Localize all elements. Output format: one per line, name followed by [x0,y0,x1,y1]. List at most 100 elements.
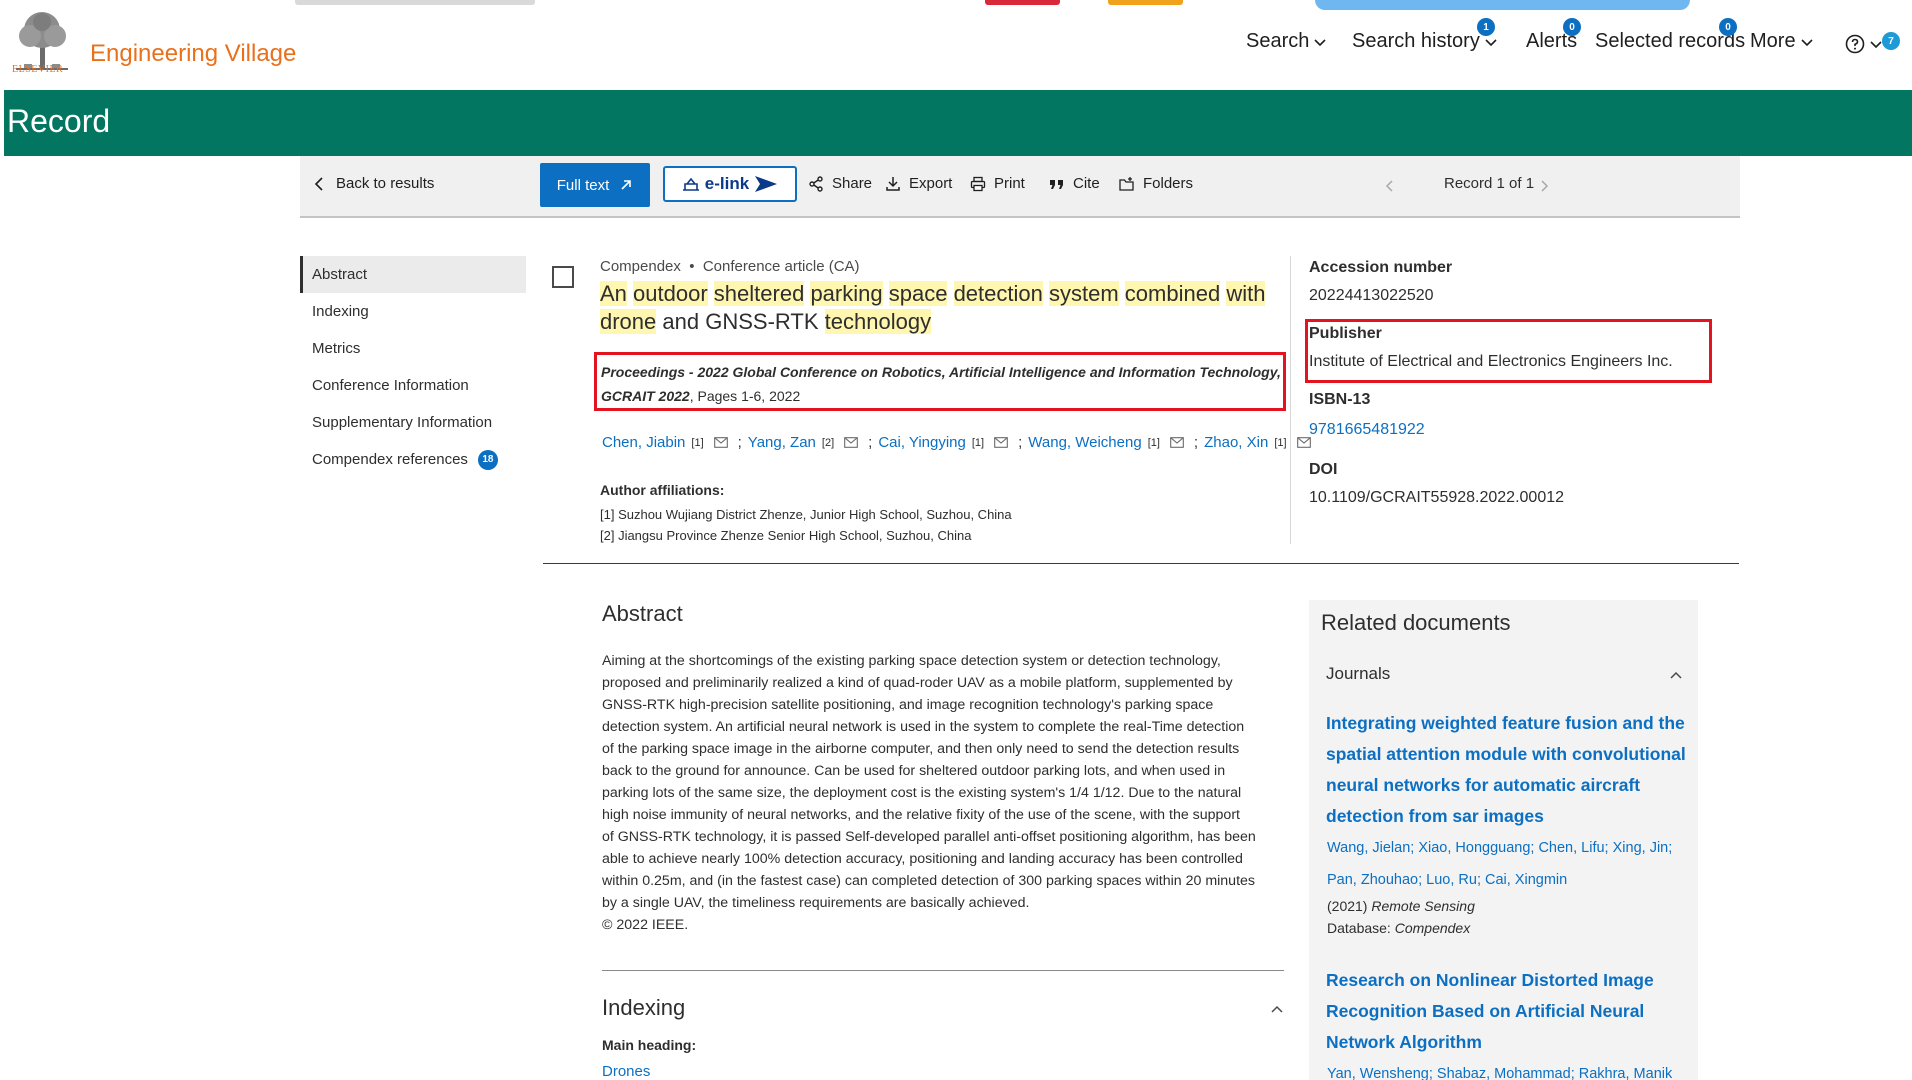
related-doc-authors[interactable]: Yan, Wensheng; Shabaz, Mohammad; Rakhra,… [1327,1058,1687,1080]
nav-metrics[interactable]: Metrics [300,330,526,367]
title-word: with [1226,281,1266,306]
email-icon[interactable] [844,437,858,448]
related-doc-title-line: detection from sar images [1326,806,1544,826]
record-meta-line: Compendex • Conference article (CA) [600,258,860,275]
isbn-link[interactable]: 9781665481922 [1309,421,1425,439]
cite-label: Cite [1073,175,1100,192]
quote-icon [1050,179,1063,189]
abstract-line: high noise immunity of neural networks, … [602,807,1240,823]
related-documents-panel: Related documents Journals Integrating w… [1309,600,1698,1080]
indexing-heading: Indexing [602,995,686,1020]
top-strip [1108,0,1183,5]
brand-name[interactable]: Engineering Village [90,40,296,68]
next-record-icon[interactable] [1537,179,1551,193]
nav-abstract-label: Abstract [312,266,368,283]
nav-search-history[interactable]: Search history [1352,30,1498,53]
print-label: Print [994,175,1025,192]
accession-number-label: Accession number [1309,259,1453,276]
related-doc-title-link[interactable]: Research on Nonlinear Distorted Image Re… [1326,965,1686,1058]
email-icon[interactable] [994,437,1008,448]
related-doc-author-line: Pan, Zhouhao; Luo, Ru; Cai, Xingmin [1327,872,1568,888]
title-word: parking [810,281,883,306]
source-publication: Proceedings - 2022 Global Conference on … [601,360,1281,408]
back-to-results-link[interactable]: Back to results [312,175,434,192]
nav-conference-information-label: Conference Information [312,377,469,394]
related-doc-authors[interactable]: Wang, Jielan; Xiao, Hongguang; Chen, Lif… [1327,832,1687,896]
chevron-down-icon [1485,38,1497,46]
related-doc-database-value: Compendex [1394,920,1471,936]
related-doc-title-line: Network Algorithm [1326,1032,1482,1052]
nav-abstract[interactable]: Abstract [300,256,526,293]
nav-more[interactable]: More [1750,30,1814,53]
previous-record-icon[interactable] [1383,179,1397,193]
page-title: Record [7,103,111,139]
title-word: technology [824,309,932,334]
copyright-line: © 2022 IEEE. [602,917,689,933]
email-icon[interactable] [713,437,728,448]
cite-button[interactable]: Cite [1049,175,1100,192]
vertical-divider [1290,256,1291,544]
author-link[interactable]: Cai, Yingying [878,434,966,451]
help-menu[interactable] [1845,34,1883,54]
related-doc-title-line: Recognition Based on Artificial Neural [1326,1001,1645,1021]
abstract-heading: Abstract [602,601,683,626]
share-icon [809,175,823,192]
nav-compendex-references[interactable]: Compendex references 18 [300,441,526,478]
nav-indexing[interactable]: Indexing [300,293,526,330]
export-button[interactable]: Export [885,175,952,192]
nav-supplementary-information-label: Supplementary Information [312,414,493,431]
select-record-checkbox[interactable] [552,266,574,288]
abstract-line: of GNSS-RTK technology, it is passed Sel… [602,829,1256,845]
accession-number-value: 20224413022520 [1309,287,1434,304]
record-position-label: Record 1 of 1 [1444,175,1535,192]
author-link[interactable]: Wang, Weicheng [1028,434,1141,451]
author-link[interactable]: Zhao, Xin [1204,434,1268,451]
nav-conference-information[interactable]: Conference Information [300,367,526,404]
record-position: Record 1 of 1 [1444,175,1534,192]
chevron-left-icon [314,176,323,191]
main-heading-label: Main heading: [602,1037,697,1053]
nav-more-label: More [1750,30,1796,52]
author-separator: ; [1193,434,1199,451]
nav-search[interactable]: Search [1246,30,1327,53]
search-history-count-badge: 1 [1477,18,1495,36]
related-doc-database-label: Database: [1327,920,1391,936]
chevron-up-icon[interactable] [1669,668,1683,682]
nav-supplementary-information[interactable]: Supplementary Information [300,404,526,441]
title-word: drone [600,309,657,334]
email-icon[interactable] [1170,437,1184,448]
abstract-line: detection system. An artificial neural n… [602,719,1245,735]
header-divider [543,563,1739,564]
abstract-line: proposed and preliminarily realized a ki… [602,675,1233,691]
record-section-nav: Abstract Indexing Metrics Conference Inf… [300,256,526,478]
chevron-up-icon[interactable] [1270,1002,1284,1016]
folders-button[interactable]: Folders [1119,175,1193,192]
printer-icon [970,176,986,191]
abstract-line: of the parking space image in the airbor… [602,741,1240,757]
elink-button[interactable]: e-link [663,166,797,202]
nav-indexing-label: Indexing [312,303,369,320]
author-affiliation-ref: [2] [821,436,835,449]
top-strip [1315,0,1690,10]
document-title: An outdoor sheltered parking space detec… [600,280,1280,336]
nav-compendex-references-label: Compendex references [312,451,468,468]
references-count-badge: 18 [477,449,498,470]
related-doc-year: (2021) [1327,898,1368,914]
author-link[interactable]: Chen, Jiabin [602,434,685,451]
main-heading-link[interactable]: Drones [602,1063,650,1080]
share-button[interactable]: Share [808,175,872,192]
download-icon [886,176,900,191]
related-doc-database: Database: Compendex [1327,920,1470,936]
full-text-button[interactable]: Full text [540,163,650,207]
author-link[interactable]: Yang, Zan [748,434,816,451]
document-type: Conference article (CA) [702,258,860,275]
elsevier-wordmark: ELSEVIER [12,64,64,75]
author-separator: ; [868,434,873,451]
author-affiliation-ref: [1] [1274,436,1287,449]
journals-toggle[interactable]: Journals [1326,664,1390,684]
elink-logo-icon [682,177,699,191]
print-button[interactable]: Print [970,175,1025,192]
related-doc-title-link[interactable]: Integrating weighted feature fusion and … [1326,708,1686,832]
nav-metrics-label: Metrics [312,340,361,357]
top-strip [985,0,1060,5]
